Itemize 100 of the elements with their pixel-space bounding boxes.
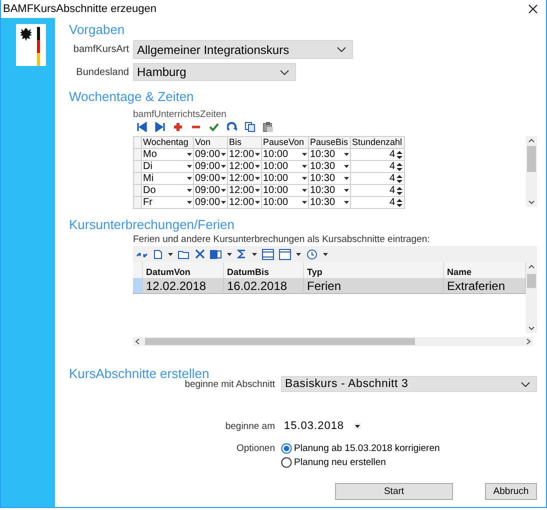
spinner-cell[interactable]: 4 — [351, 185, 405, 197]
dropdown[interactable]: Basiskurs - Abschnitt 3 — [281, 376, 537, 392]
dropdown-cell[interactable]: Di — [142, 161, 194, 173]
table-row[interactable]: 12.02.2018 16.02.2018 Ferien Extraferien — [133, 278, 526, 294]
row-indicator — [133, 278, 143, 294]
word-document-icon[interactable] — [210, 248, 222, 260]
caret-down-icon — [344, 177, 349, 180]
horizontal-scrollbar[interactable] — [133, 337, 533, 346]
caret-down-icon — [187, 177, 192, 180]
section-heading: Vorgaben — [69, 22, 126, 37]
window-layout-icon[interactable] — [262, 248, 274, 260]
spinner-cell[interactable]: 4 — [351, 173, 405, 185]
dropdown-cell[interactable]: 12:00 — [228, 173, 262, 185]
column-header[interactable]: Name — [444, 262, 526, 278]
spinner-cell[interactable]: 4 — [351, 161, 405, 173]
caret-down-icon — [344, 165, 349, 168]
first-record-icon[interactable] — [137, 122, 147, 132]
caret-down-icon — [221, 165, 226, 168]
dropdown-cell[interactable]: 10:00 — [262, 161, 309, 173]
dropdown-cell[interactable]: 10:00 — [262, 173, 309, 185]
field-label: beginne am — [224, 420, 275, 432]
caret-down-icon — [344, 189, 349, 192]
dropdown-cell[interactable]: 10:30 — [309, 161, 351, 173]
table-cell: Ferien — [304, 278, 444, 294]
caret-down-icon — [302, 201, 307, 204]
column-header: PauseVon — [262, 137, 309, 149]
dropdown-cell[interactable]: 10:30 — [309, 173, 351, 185]
open-folder-icon[interactable] — [178, 248, 190, 260]
paste-icon[interactable] — [263, 122, 273, 132]
dropdown-cell[interactable]: 10:00 — [262, 185, 309, 197]
radio-label[interactable]: Planung ab 15.03.2018 korrigieren — [294, 443, 440, 454]
column-header: Wochentag — [142, 137, 194, 149]
caret-down-icon[interactable] — [227, 252, 232, 256]
field-label: beginne mit Abschnitt — [184, 378, 275, 390]
caret-down-icon[interactable] — [323, 252, 328, 256]
dropdown-cell[interactable]: Fr — [142, 197, 194, 209]
field-label: Optionen — [235, 443, 275, 454]
dropdown-cell[interactable]: 10:00 — [262, 197, 309, 209]
caret-down-icon — [302, 153, 307, 156]
spinner-arrows-icon — [396, 162, 403, 172]
dropdown-cell[interactable]: 12:00 — [228, 197, 262, 209]
cancel-button[interactable]: Abbruch — [485, 483, 537, 500]
section-heading: Kursunterbrechungen/Ferien — [69, 217, 236, 232]
dropdown-cell[interactable]: 12:00 — [228, 161, 262, 173]
column-header[interactable]: DatumBis — [224, 262, 304, 278]
clock-icon[interactable] — [306, 248, 318, 260]
dropdown-cell[interactable]: 09:00 — [194, 161, 228, 173]
vertical-scrollbar[interactable] — [526, 262, 537, 333]
spinner-cell[interactable]: 4 — [351, 197, 405, 209]
section-heading: KursAbschnitte erstellen — [69, 366, 210, 381]
radio-button[interactable] — [281, 457, 292, 468]
checkmark-icon[interactable] — [209, 122, 219, 132]
dropdown-cell[interactable]: 10:30 — [309, 149, 351, 161]
dropdown-cell[interactable]: 12:00 — [228, 149, 262, 161]
start-button[interactable]: Start — [335, 483, 453, 500]
caret-down-icon[interactable] — [252, 252, 257, 256]
refresh-icon[interactable] — [227, 122, 237, 132]
spinner-cell[interactable]: 4 — [351, 149, 405, 161]
caret-down-icon — [255, 201, 260, 204]
caret-down-icon — [221, 177, 226, 180]
dropdown[interactable]: Allgemeiner Integrationskurs — [133, 40, 353, 59]
date-picker[interactable]: 15.03.2018 — [281, 420, 361, 432]
column-header[interactable]: Typ — [304, 262, 444, 278]
dropdown-cell[interactable]: 09:00 — [194, 185, 228, 197]
last-record-icon[interactable] — [155, 122, 165, 132]
grid-caption: bamfUnterrichtsZeiten — [133, 109, 228, 120]
dropdown-cell[interactable]: 10:00 — [262, 149, 309, 161]
vertical-scrollbar[interactable] — [526, 136, 537, 207]
window-title: BAMFKursAbschnitte erzeugen — [3, 3, 156, 15]
copy-icon[interactable] — [245, 122, 255, 132]
column-header[interactable]: DatumVon — [143, 262, 224, 278]
dropdown-cell[interactable]: Mo — [142, 149, 194, 161]
dropdown-cell[interactable]: 09:00 — [194, 149, 228, 161]
dropdown[interactable]: Hamburg — [133, 63, 296, 81]
caret-down-icon[interactable] — [168, 252, 173, 256]
sigma-icon[interactable] — [237, 248, 247, 260]
radio-label[interactable]: Planung neu erstellen — [294, 457, 386, 468]
table-cell: 16.02.2018 — [224, 278, 304, 294]
column-header: Von — [194, 137, 228, 149]
dropdown-cell[interactable]: Do — [142, 185, 194, 197]
radio-button[interactable] — [281, 443, 292, 454]
dropdown-cell[interactable]: 10:30 — [309, 185, 351, 197]
dropdown-cell[interactable]: 09:00 — [194, 173, 228, 185]
new-document-icon[interactable] — [153, 248, 163, 260]
add-icon[interactable] — [173, 122, 183, 132]
dropdown-cell[interactable]: 09:00 — [194, 197, 228, 209]
window-layout-icon[interactable] — [279, 248, 291, 260]
caret-down-icon — [344, 201, 349, 204]
caret-down-icon — [302, 165, 307, 168]
close-icon[interactable] — [528, 4, 538, 14]
caret-down-icon — [302, 177, 307, 180]
caret-down-icon[interactable] — [296, 252, 301, 256]
spinner-arrows-icon — [396, 150, 403, 160]
caret-down-icon — [255, 153, 260, 156]
dropdown-cell[interactable]: Mi — [142, 173, 194, 185]
column-header: Stundenzahl — [351, 137, 405, 149]
dropdown-cell[interactable]: 12:00 — [228, 185, 262, 197]
delete-icon[interactable] — [195, 248, 205, 260]
table-cell: 12.02.2018 — [143, 278, 224, 294]
dropdown-cell[interactable]: 10:30 — [309, 197, 351, 209]
